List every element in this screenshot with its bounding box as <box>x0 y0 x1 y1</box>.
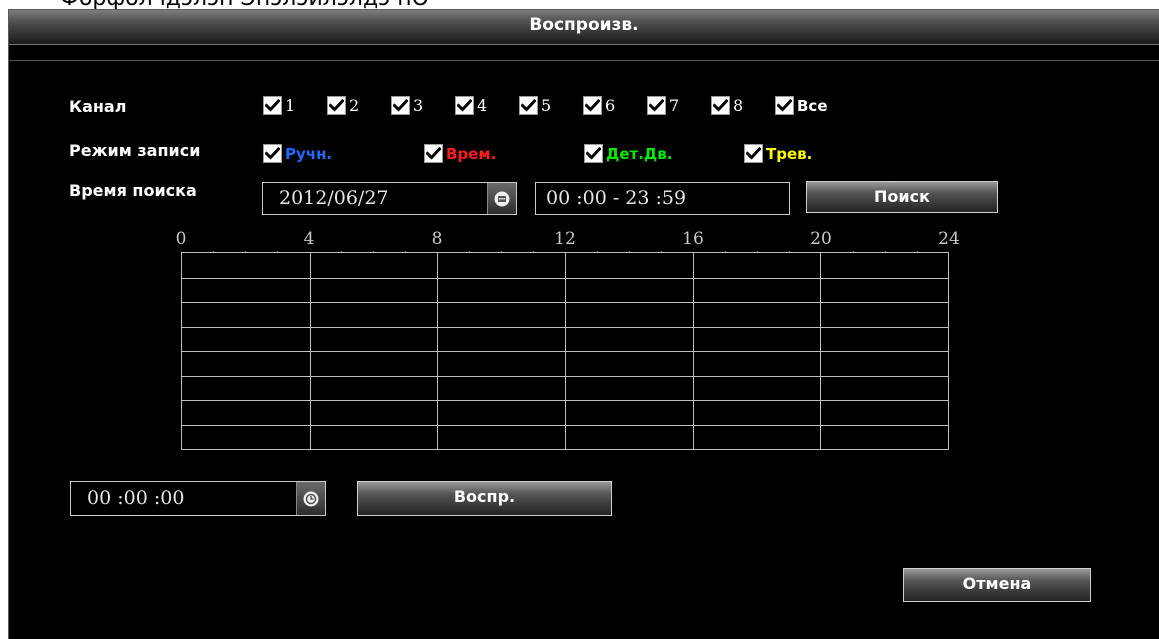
timeline-column-divider <box>437 253 438 449</box>
search-time-range-field[interactable]: 00 :00 - 23 :59 <box>535 182 790 215</box>
checkbox-check-icon[interactable] <box>424 144 443 163</box>
checkbox-check-icon[interactable] <box>455 96 474 115</box>
record-mode-label-item: Врем. <box>446 144 497 163</box>
channel-checkbox-label: 7 <box>669 96 680 115</box>
hour-tick-label: 20 <box>810 229 832 249</box>
title-bar: Воспроизв. <box>9 10 1159 45</box>
checkbox-check-icon[interactable] <box>583 96 602 115</box>
timeline-grid[interactable] <box>181 252 949 450</box>
record-mode-label-item: Дет.Дв. <box>606 144 673 163</box>
timeline-column-divider <box>565 253 566 449</box>
hour-tick-label: 0 <box>175 229 187 249</box>
clock-icon[interactable] <box>296 482 325 515</box>
checkbox-check-icon[interactable] <box>263 144 282 163</box>
playback-time-value: 00 :00 :00 <box>87 487 185 509</box>
divider <box>9 60 1159 61</box>
channel-checkbox-9[interactable]: Все <box>775 96 828 115</box>
search-time-range-value: 00 :00 - 23 :59 <box>546 187 687 209</box>
channel-checkbox-1[interactable]: 1 <box>263 96 295 115</box>
channel-checkbox-6[interactable]: 6 <box>583 96 615 115</box>
record-mode-checkbox-4[interactable]: Трев. <box>744 144 812 163</box>
channel-checkbox-label: 8 <box>733 96 744 115</box>
calendar-icon[interactable] <box>487 183 516 214</box>
timeline-column-divider <box>693 253 694 449</box>
channel-checkbox-label: 3 <box>413 96 424 115</box>
channel-checkbox-label: 1 <box>285 96 296 115</box>
channel-checkbox-8[interactable]: 8 <box>711 96 743 115</box>
channel-checkbox-3[interactable]: 3 <box>391 96 423 115</box>
channel-checkbox-5[interactable]: 5 <box>519 96 551 115</box>
checkbox-check-icon[interactable] <box>711 96 730 115</box>
channel-checkbox-label: 4 <box>477 96 488 115</box>
search-button[interactable]: Поиск <box>806 181 998 213</box>
record-mode-label: Режим записи <box>69 141 201 160</box>
channel-checkbox-7[interactable]: 7 <box>647 96 679 115</box>
hour-tick-label: 8 <box>431 229 443 249</box>
checkbox-check-icon[interactable] <box>744 144 763 163</box>
hour-tick-label: 16 <box>682 229 704 249</box>
channel-checkbox-4[interactable]: 4 <box>455 96 487 115</box>
record-mode-checkbox-1[interactable]: Ручн. <box>263 144 332 163</box>
checkbox-check-icon[interactable] <box>263 96 282 115</box>
timeline-column-divider <box>310 253 311 449</box>
channel-checkbox-label: Все <box>797 96 828 115</box>
channel-checkbox-2[interactable]: 2 <box>327 96 359 115</box>
channel-label: Канал <box>69 97 127 116</box>
channel-checkbox-label: 5 <box>541 96 552 115</box>
record-mode-checkbox-2[interactable]: Врем. <box>424 144 496 163</box>
checkbox-check-icon[interactable] <box>391 96 410 115</box>
window-title: Воспроизв. <box>529 15 639 35</box>
channel-checkbox-label: 2 <box>349 96 360 115</box>
checkbox-check-icon[interactable] <box>327 96 346 115</box>
search-date-field[interactable]: 2012/06/27 <box>262 182 517 215</box>
hour-tick-label: 12 <box>554 229 576 249</box>
checkbox-check-icon[interactable] <box>584 144 603 163</box>
play-button[interactable]: Воспр. <box>357 481 612 516</box>
checkbox-check-icon[interactable] <box>647 96 666 115</box>
record-mode-label-item: Ручн. <box>285 144 333 163</box>
search-date-value: 2012/06/27 <box>279 187 389 209</box>
record-mode-checkbox-3[interactable]: Дет.Дв. <box>584 144 672 163</box>
cancel-button[interactable]: Отмена <box>903 568 1091 602</box>
record-mode-label-item: Трев. <box>766 144 813 163</box>
search-time-label: Время поиска <box>69 181 197 200</box>
timeline-column-divider <box>820 253 821 449</box>
hour-tick-label: 4 <box>303 229 315 249</box>
channel-checkbox-label: 6 <box>605 96 616 115</box>
playback-time-field[interactable]: 00 :00 :00 <box>70 481 326 516</box>
checkbox-check-icon[interactable] <box>519 96 538 115</box>
hour-tick-label: 24 <box>938 229 960 249</box>
checkbox-check-icon[interactable] <box>775 96 794 115</box>
